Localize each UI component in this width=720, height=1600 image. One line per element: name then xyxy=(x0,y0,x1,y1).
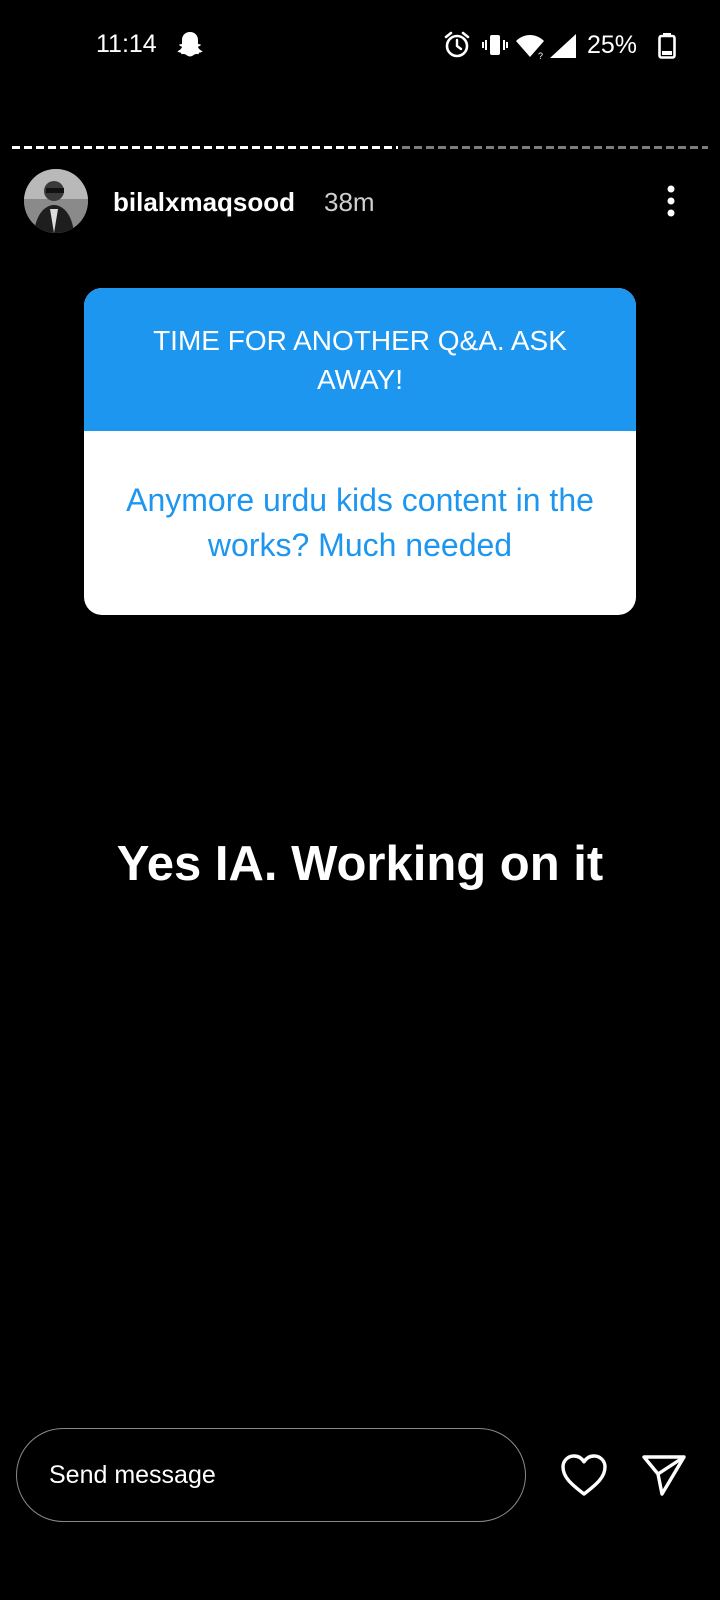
send-icon[interactable] xyxy=(640,1452,688,1498)
story-age: 38m xyxy=(324,187,375,217)
wifi-icon: ? xyxy=(516,35,544,60)
more-options-icon[interactable] xyxy=(656,181,686,221)
question-sticker-prompt: TIME FOR ANOTHER Q&A. ASK AWAY! xyxy=(153,324,567,395)
question-sticker: TIME FOR ANOTHER Q&A. ASK AWAY! Anymore … xyxy=(84,288,636,615)
status-bar: 11:14 ? 25% xyxy=(0,0,720,95)
avatar-image xyxy=(24,169,88,233)
question-sticker-header: TIME FOR ANOTHER Q&A. ASK AWAY! xyxy=(84,288,636,431)
battery-percent: 25% xyxy=(587,31,638,59)
alarm-icon xyxy=(444,31,470,58)
snapchat-ghost-icon xyxy=(177,32,203,57)
signal-icon xyxy=(550,34,576,58)
svg-text:?: ? xyxy=(538,51,543,60)
status-time: 11:14 xyxy=(96,30,157,58)
question-sticker-body: Anymore urdu kids content in the works? … xyxy=(84,431,636,615)
battery-icon xyxy=(658,33,676,59)
story-segment-viewed xyxy=(12,146,398,149)
story-progress-bar xyxy=(12,146,708,149)
avatar[interactable] xyxy=(24,169,88,233)
send-message-input[interactable]: Send message xyxy=(16,1428,526,1522)
vibrate-icon xyxy=(482,35,508,55)
question-sticker-question: Anymore urdu kids content in the works? … xyxy=(126,482,594,563)
story-segment-unviewed xyxy=(402,146,708,149)
story-answer-text: Yes IA. Working on it xyxy=(116,837,604,891)
story-username[interactable]: bilalxmaqsood xyxy=(113,187,295,218)
story-header: bilalxmaqsood 38m xyxy=(0,165,720,235)
heart-icon[interactable] xyxy=(559,1452,609,1498)
send-message-placeholder: Send message xyxy=(49,1461,216,1489)
status-icons: ? 25% xyxy=(420,28,720,62)
